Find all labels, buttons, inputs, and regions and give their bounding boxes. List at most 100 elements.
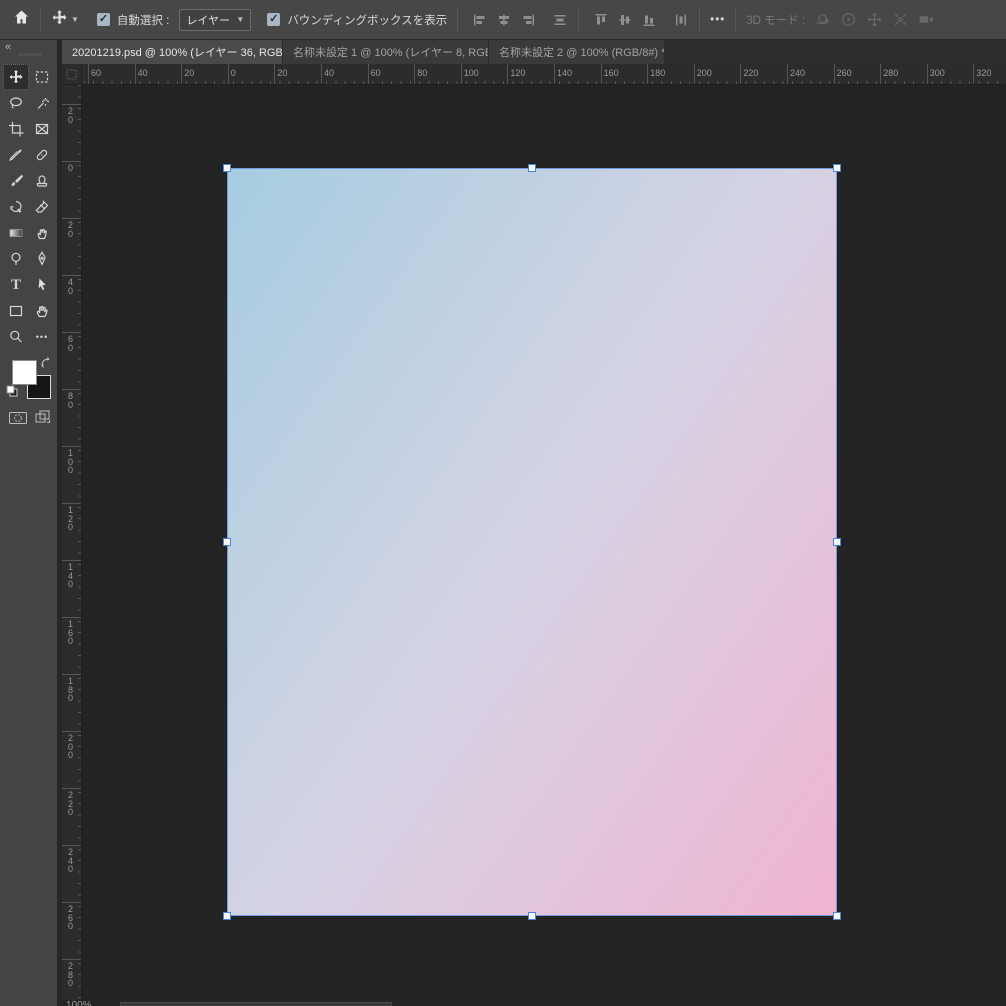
- ruler-label: 200: [696, 68, 712, 78]
- tool-frame[interactable]: [29, 116, 55, 142]
- transform-handle-bottom-right[interactable]: [833, 912, 841, 920]
- canvas-pasteboard[interactable]: [82, 85, 1006, 1000]
- tool-brush[interactable]: [3, 168, 29, 194]
- ruler-label: 300: [929, 68, 945, 78]
- align-horizontal-centers-icon[interactable]: [496, 12, 512, 28]
- ruler-tick: [62, 788, 81, 789]
- separator: [699, 7, 701, 32]
- screen-mode-button[interactable]: [34, 408, 52, 431]
- tool-eyedropper[interactable]: [3, 142, 29, 168]
- color-swatches: [4, 354, 54, 406]
- tool-smudge[interactable]: [29, 220, 55, 246]
- 3d-roll-icon[interactable]: [840, 11, 857, 28]
- ruler-tick: [973, 64, 975, 84]
- horizontal-ruler[interactable]: 60 40 20 0 20 40 60 80 100 120 140 160 180 200 220 240 2…: [62, 64, 1006, 85]
- 3d-pan-icon[interactable]: [866, 11, 883, 28]
- 3d-camera-icon[interactable]: [918, 11, 935, 28]
- ruler-tick: [507, 64, 509, 84]
- ruler-label: 240: [790, 68, 806, 78]
- tab-document-2[interactable]: 名称未設定 1 @ 100% (レイヤー 8, RGB/8#) * ×: [283, 40, 488, 64]
- 3d-slide-icon[interactable]: [892, 11, 909, 28]
- separator: [578, 7, 580, 32]
- auto-select-checkbox[interactable]: ✓: [96, 13, 110, 26]
- ruler-tick: [62, 218, 81, 219]
- ruler-label: 80: [417, 68, 428, 78]
- ruler-tick: [414, 64, 416, 84]
- transform-handle-top-left[interactable]: [223, 164, 231, 172]
- ruler-label: 1 6 0: [68, 619, 74, 646]
- ruler-label: 20: [277, 68, 288, 78]
- align-vertical-centers-icon[interactable]: [617, 12, 633, 28]
- ruler-label: 20: [184, 68, 195, 78]
- tool-spot-healing-brush[interactable]: [29, 142, 55, 168]
- tool-type[interactable]: T: [3, 272, 29, 298]
- artwork[interactable]: [223, 164, 841, 920]
- tab-document-3[interactable]: 名称未設定 2 @ 100% (RGB/8#) * ×: [489, 40, 664, 64]
- ruler-label: 1 8 0: [68, 676, 74, 703]
- tab-document-1[interactable]: 20201219.psd @ 100% (レイヤー 36, RGB/8#) * …: [62, 40, 282, 64]
- tool-edit-toolbar[interactable]: •••: [29, 324, 55, 350]
- transform-handle-bottom-center[interactable]: [528, 912, 536, 920]
- ruler-label: 8 0: [68, 391, 74, 410]
- tool-eraser[interactable]: [29, 194, 55, 220]
- bounding-box-checkbox[interactable]: ✓: [267, 13, 281, 26]
- status-zoom-level[interactable]: 100%: [66, 1000, 92, 1006]
- transform-handle-bottom-left[interactable]: [223, 912, 231, 920]
- swap-colors-icon[interactable]: [40, 356, 52, 374]
- more-options-button[interactable]: •••: [710, 14, 725, 26]
- tool-history-brush[interactable]: [3, 194, 29, 220]
- 3d-mode-group: 3D モード :: [746, 11, 935, 28]
- panel-gripper[interactable]: [18, 53, 42, 56]
- ruler-tick: [62, 845, 81, 846]
- mode-buttons: [6, 408, 54, 430]
- ruler-tick: [62, 446, 81, 447]
- tool-crop[interactable]: [3, 116, 29, 142]
- align-right-icon[interactable]: [520, 12, 536, 28]
- align-bottom-icon[interactable]: [641, 12, 657, 28]
- tool-gradient[interactable]: [3, 220, 29, 246]
- ruler-tick: [62, 332, 81, 333]
- tool-pen[interactable]: [29, 246, 55, 272]
- transform-handle-top-center[interactable]: [528, 164, 536, 172]
- home-button[interactable]: [13, 9, 30, 30]
- ruler-tick: [62, 902, 81, 903]
- home-icon: [13, 9, 30, 30]
- transform-handle-top-right[interactable]: [833, 164, 841, 172]
- tool-zoom[interactable]: [3, 324, 29, 350]
- ruler-label: 2 6 0: [68, 904, 74, 931]
- align-top-icon[interactable]: [593, 12, 609, 28]
- tool-dodge[interactable]: [3, 246, 29, 272]
- ruler-label: 2 2 0: [68, 790, 74, 817]
- ruler-label: 2 0: [68, 220, 74, 239]
- quick-mask-button[interactable]: [8, 410, 28, 431]
- current-tool-button[interactable]: ▼: [51, 9, 79, 31]
- tool-path-selection[interactable]: [29, 272, 55, 298]
- tool-rectangular-marquee[interactable]: [29, 64, 55, 90]
- vertical-ruler[interactable]: 2 0 0 2 0 4 0 6 0 8 0 1 0 0 1 2 0 1 4 0 1 6 0 1 8 …: [62, 85, 82, 1000]
- default-colors-icon[interactable]: [6, 384, 18, 402]
- tool-clone-stamp[interactable]: [29, 168, 55, 194]
- ruler-label: 100: [463, 68, 479, 78]
- tool-rectangle[interactable]: [3, 298, 29, 324]
- align-left-icon[interactable]: [472, 12, 488, 28]
- collapse-panel-button[interactable]: «: [5, 41, 11, 53]
- tool-object-selection[interactable]: [29, 90, 55, 116]
- transform-handle-middle-left[interactable]: [223, 538, 231, 546]
- ruler-label: 2 0: [68, 106, 74, 125]
- ruler-label: 280: [883, 68, 899, 78]
- move-tool-icon: [51, 9, 68, 31]
- ruler-label: 2 8 0: [68, 961, 74, 988]
- ruler-origin-corner[interactable]: [62, 64, 82, 85]
- transform-handle-middle-right[interactable]: [833, 538, 841, 546]
- tool-move[interactable]: [3, 64, 29, 90]
- foreground-color-swatch[interactable]: [12, 360, 37, 385]
- status-document-info[interactable]: [120, 1002, 392, 1006]
- tool-hand[interactable]: [29, 298, 55, 324]
- ruler-tick: [880, 64, 882, 84]
- distribute-vertical-centers-icon[interactable]: [552, 12, 568, 28]
- auto-select-dropdown[interactable]: レイヤー ▼: [179, 8, 252, 31]
- distribute-horizontal-centers-icon[interactable]: [673, 12, 689, 28]
- ruler-tick: [321, 64, 322, 84]
- 3d-orbit-icon[interactable]: [814, 11, 831, 28]
- tool-lasso[interactable]: [3, 90, 29, 116]
